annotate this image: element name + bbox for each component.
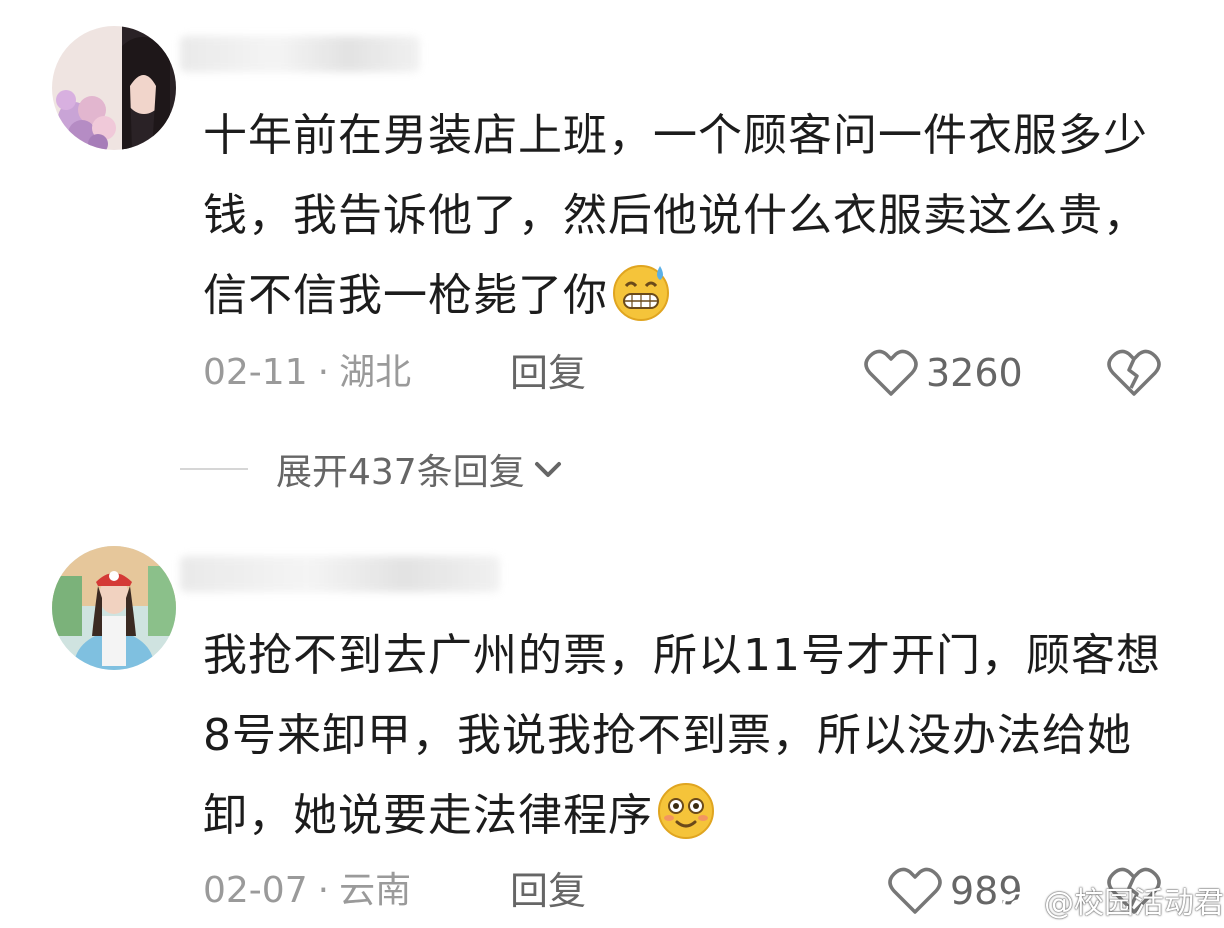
username[interactable] [180, 556, 500, 592]
comment-text: 我抢不到去广州的票，所以11号才开门，顾客想8号来卸甲，我说我抢不到票，所以没办… [203, 616, 1183, 868]
grinning-sweat-emoji-icon [610, 260, 672, 348]
comment-date: 02-07 [203, 870, 308, 911]
comment-text: 十年前在男装店上班，一个顾客问一件衣服多少钱，我告诉他了，然后他说什么衣服卖这么… [203, 96, 1183, 348]
heart-icon [888, 867, 942, 914]
weibo-watermark: @校园活动君 [1002, 876, 1224, 924]
expand-replies[interactable]: 展开437条回复 [180, 444, 565, 494]
heart-icon [864, 349, 918, 396]
like-count: 3260 [926, 351, 1023, 395]
reply-button[interactable]: 回复 [510, 348, 586, 398]
chevron-down-icon [534, 462, 561, 477]
avatar[interactable] [52, 26, 176, 150]
smiling-emoji-icon [655, 780, 717, 868]
avatar[interactable] [52, 546, 176, 670]
divider-line [180, 468, 248, 470]
comment-body: 十年前在男装店上班，一个顾客问一件衣服多少钱，我告诉他了，然后他说什么衣服卖这么… [203, 110, 1148, 321]
meta-separator: · [317, 870, 330, 911]
broken-heart-icon [1107, 349, 1161, 396]
avatar-photo [52, 26, 176, 150]
watermark-text: @校园活动君 [1044, 886, 1224, 921]
reply-button[interactable]: 回复 [510, 866, 586, 916]
comment-location: 湖北 [339, 352, 412, 393]
comment-meta: 02-07 · 云南 [203, 866, 411, 916]
comment-date: 02-11 [203, 352, 308, 393]
dislike-button[interactable] [1106, 348, 1162, 398]
weibo-logo-icon [1002, 887, 1039, 917]
comment-location: 云南 [339, 870, 412, 911]
like-button[interactable]: 3260 [864, 348, 1023, 398]
meta-separator: · [317, 352, 330, 393]
comment-meta: 02-11 · 湖北 [203, 348, 411, 398]
expand-replies-label: 展开437条回复 [276, 452, 525, 493]
username[interactable] [180, 36, 420, 72]
avatar-photo [52, 546, 176, 670]
